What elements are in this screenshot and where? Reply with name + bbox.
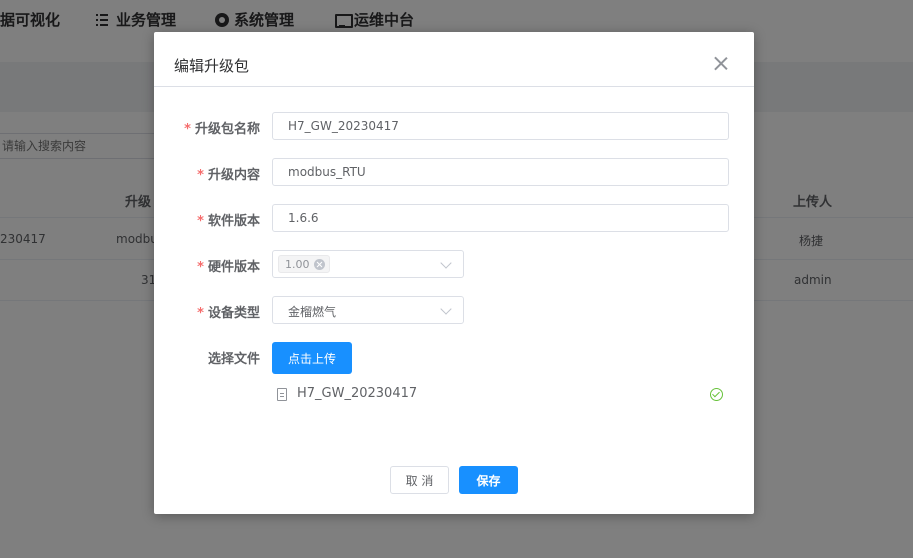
tag-label: 1.00 [285, 257, 310, 271]
hardware-version-label: * 硬件版本 [197, 260, 260, 275]
tag-close-icon[interactable] [313, 258, 325, 270]
software-version-label: * 软件版本 [197, 214, 260, 229]
document-icon [277, 388, 287, 401]
upgrade-content-input[interactable] [272, 158, 729, 186]
close-icon[interactable] [712, 54, 730, 72]
uploaded-file-item[interactable]: H7_GW_20230417 [277, 386, 727, 406]
upload-button[interactable]: 点击上传 [272, 342, 352, 374]
selected-tag: 1.00 [278, 255, 330, 273]
save-button[interactable]: 保存 [459, 466, 518, 494]
package-name-label: * 升级包名称 [184, 122, 260, 137]
device-type-select[interactable]: 金榴燃气 [272, 296, 464, 324]
chevron-down-icon [440, 303, 452, 315]
chevron-down-icon [440, 257, 452, 269]
check-circle-icon [710, 388, 723, 401]
package-name-input[interactable] [272, 112, 729, 140]
hardware-version-select[interactable]: 1.00 [272, 250, 464, 278]
dialog-divider [154, 86, 754, 87]
software-version-input[interactable] [272, 204, 729, 232]
file-name: H7_GW_20230417 [297, 386, 418, 401]
dialog-title: 编辑升级包 [174, 57, 250, 75]
cancel-button[interactable]: 取 消 [390, 466, 449, 494]
device-type-value: 金榴燃气 [288, 305, 337, 319]
device-type-label: * 设备类型 [197, 306, 260, 321]
edit-upgrade-package-dialog: 编辑升级包 *升级包名称 *升级内容 *软件版本 *硬件版本 1.00 *设备类… [154, 32, 754, 514]
select-file-label: 选择文件 [207, 352, 260, 367]
upgrade-content-label: * 升级内容 [197, 168, 260, 183]
